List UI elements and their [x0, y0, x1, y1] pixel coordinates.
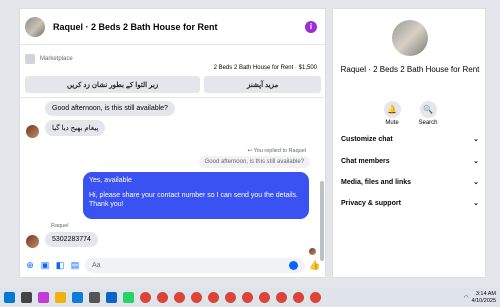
quoted-message: Good afternoon, is this still available?	[198, 156, 310, 168]
section-label: Media, files and links	[341, 178, 412, 186]
chrome-icon[interactable]	[140, 292, 151, 303]
bell-icon: 🔔	[383, 101, 401, 118]
chrome-icon[interactable]	[208, 292, 219, 303]
mark-as-pending-button[interactable]: زبر الثوا کے بطور نشان زد کریں	[25, 76, 201, 93]
section-label: Customize chat	[341, 135, 393, 143]
outlook-icon[interactable]	[106, 292, 117, 303]
start-icon[interactable]	[4, 292, 15, 303]
incoming-message: پیغام بھیج دیا گیا	[45, 120, 106, 136]
store-icon[interactable]	[89, 292, 100, 303]
search-action[interactable]: 🔍 Search	[413, 101, 443, 126]
clock-date: 4/10/2025	[471, 297, 496, 304]
chrome-icon[interactable]	[174, 292, 185, 303]
reply-meta: ↩ You replied to Raquel	[247, 148, 306, 154]
search-label: Search	[418, 120, 438, 126]
chevron-down-icon: ⌄	[473, 179, 479, 186]
chat-panel: Raquel · 2 Beds 2 Bath House for Rent i …	[19, 8, 326, 278]
chat-title[interactable]: Raquel · 2 Beds 2 Bath House for Rent	[53, 22, 305, 32]
incoming-message: 5302283774	[45, 232, 98, 247]
wifi-icon[interactable]: ◠	[464, 295, 469, 301]
mute-label: Mute	[385, 120, 399, 126]
chrome-icon[interactable]	[191, 292, 202, 303]
marketplace-icon	[25, 54, 35, 64]
marketplace-row: Marketplace	[25, 54, 73, 64]
outgoing-message: Yes, available Hi, please share your con…	[83, 172, 309, 219]
incoming-message: Good afternoon, is this still available?	[45, 101, 175, 116]
chrome-icon[interactable]	[259, 292, 270, 303]
section-customize-chat[interactable]: Customize chat ⌄	[341, 132, 479, 146]
message-input[interactable]: Aa	[85, 258, 305, 273]
chrome-icon[interactable]	[293, 292, 304, 303]
scrollbar[interactable]	[320, 181, 324, 261]
mute-action[interactable]: 🔔 Mute	[377, 101, 407, 126]
chat-avatar[interactable]	[25, 16, 45, 37]
chrome-icon[interactable]	[310, 292, 321, 303]
profile-name: Raquel · 2 Beds 2 Bath House for Rent	[340, 65, 480, 74]
chevron-down-icon: ⌄	[473, 158, 479, 165]
clock[interactable]: 3:14 AM 4/10/2025	[472, 291, 496, 304]
marketplace-label: Marketplace	[40, 56, 73, 62]
search-icon: 🔍	[419, 101, 437, 118]
plus-icon[interactable]: ⊕	[25, 260, 35, 271]
sender-name: Raquel	[51, 223, 69, 229]
chrome-icon[interactable]	[225, 292, 236, 303]
copilot-icon[interactable]	[38, 292, 49, 303]
taskbar-apps	[4, 292, 321, 303]
sticker-icon[interactable]: ◧	[55, 260, 65, 271]
whatsapp-icon[interactable]	[123, 292, 134, 303]
section-label: Privacy & support	[341, 199, 401, 207]
listing-actions: زبر الثوا کے بطور نشان زد کریں مزید آپشن…	[25, 76, 321, 93]
gif-icon[interactable]: ▤	[70, 260, 80, 271]
message-placeholder: Aa	[92, 262, 101, 269]
chrome-icon[interactable]	[276, 292, 287, 303]
chrome-icon[interactable]	[157, 292, 168, 303]
edge-icon[interactable]	[72, 292, 83, 303]
outgoing-line: Hi, please share your contact number so …	[89, 192, 298, 209]
taskbar: ◠ 3:14 AM 4/10/2025	[0, 288, 500, 307]
clock-time: 3:14 AM	[475, 290, 496, 297]
image-icon[interactable]: ▣	[40, 260, 50, 271]
listing-title[interactable]: 2 Beds 2 Bath House for Rent · $1,500	[214, 65, 317, 71]
chat-header: Raquel · 2 Beds 2 Bath House for Rent i	[20, 9, 325, 45]
outgoing-line: Yes, available	[89, 177, 132, 184]
sender-avatar	[26, 125, 39, 138]
search-icon[interactable]	[21, 292, 32, 303]
info-panel: Raquel · 2 Beds 2 Bath House for Rent 🔔 …	[332, 8, 486, 278]
chevron-down-icon: ⌄	[473, 200, 479, 207]
emoji-icon[interactable]	[289, 261, 298, 270]
section-media-files-links[interactable]: Media, files and links ⌄	[341, 175, 479, 189]
like-icon[interactable]: 👍	[309, 260, 320, 271]
section-privacy-support[interactable]: Privacy & support ⌄	[341, 196, 479, 210]
chrome-icon[interactable]	[242, 292, 253, 303]
file-explorer-icon[interactable]	[55, 292, 66, 303]
chevron-down-icon: ⌄	[473, 136, 479, 143]
composer: ⊕ ▣ ◧ ▤ Aa 👍	[20, 254, 325, 277]
section-chat-members[interactable]: Chat members ⌄	[341, 154, 479, 168]
section-label: Chat members	[341, 157, 390, 165]
profile-avatar[interactable]	[392, 20, 428, 56]
message-list: Good afternoon, is this still available?…	[20, 98, 325, 261]
system-tray: ◠ 3:14 AM 4/10/2025	[464, 291, 496, 304]
info-icon[interactable]: i	[305, 20, 317, 33]
sender-avatar	[26, 235, 39, 248]
more-options-button[interactable]: مزید آپشنز	[204, 76, 321, 93]
